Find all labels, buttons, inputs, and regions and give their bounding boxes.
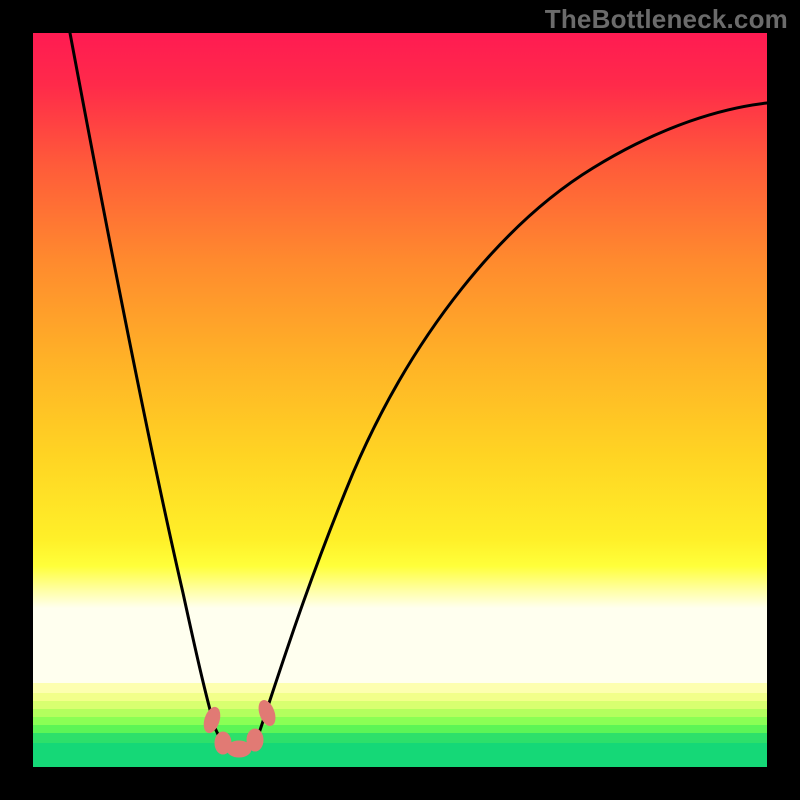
plot-area <box>33 33 767 767</box>
chart-frame: TheBottleneck.com <box>0 0 800 800</box>
marker-cluster <box>201 698 278 757</box>
watermark-text: TheBottleneck.com <box>545 4 788 35</box>
bottleneck-curve <box>33 33 767 767</box>
